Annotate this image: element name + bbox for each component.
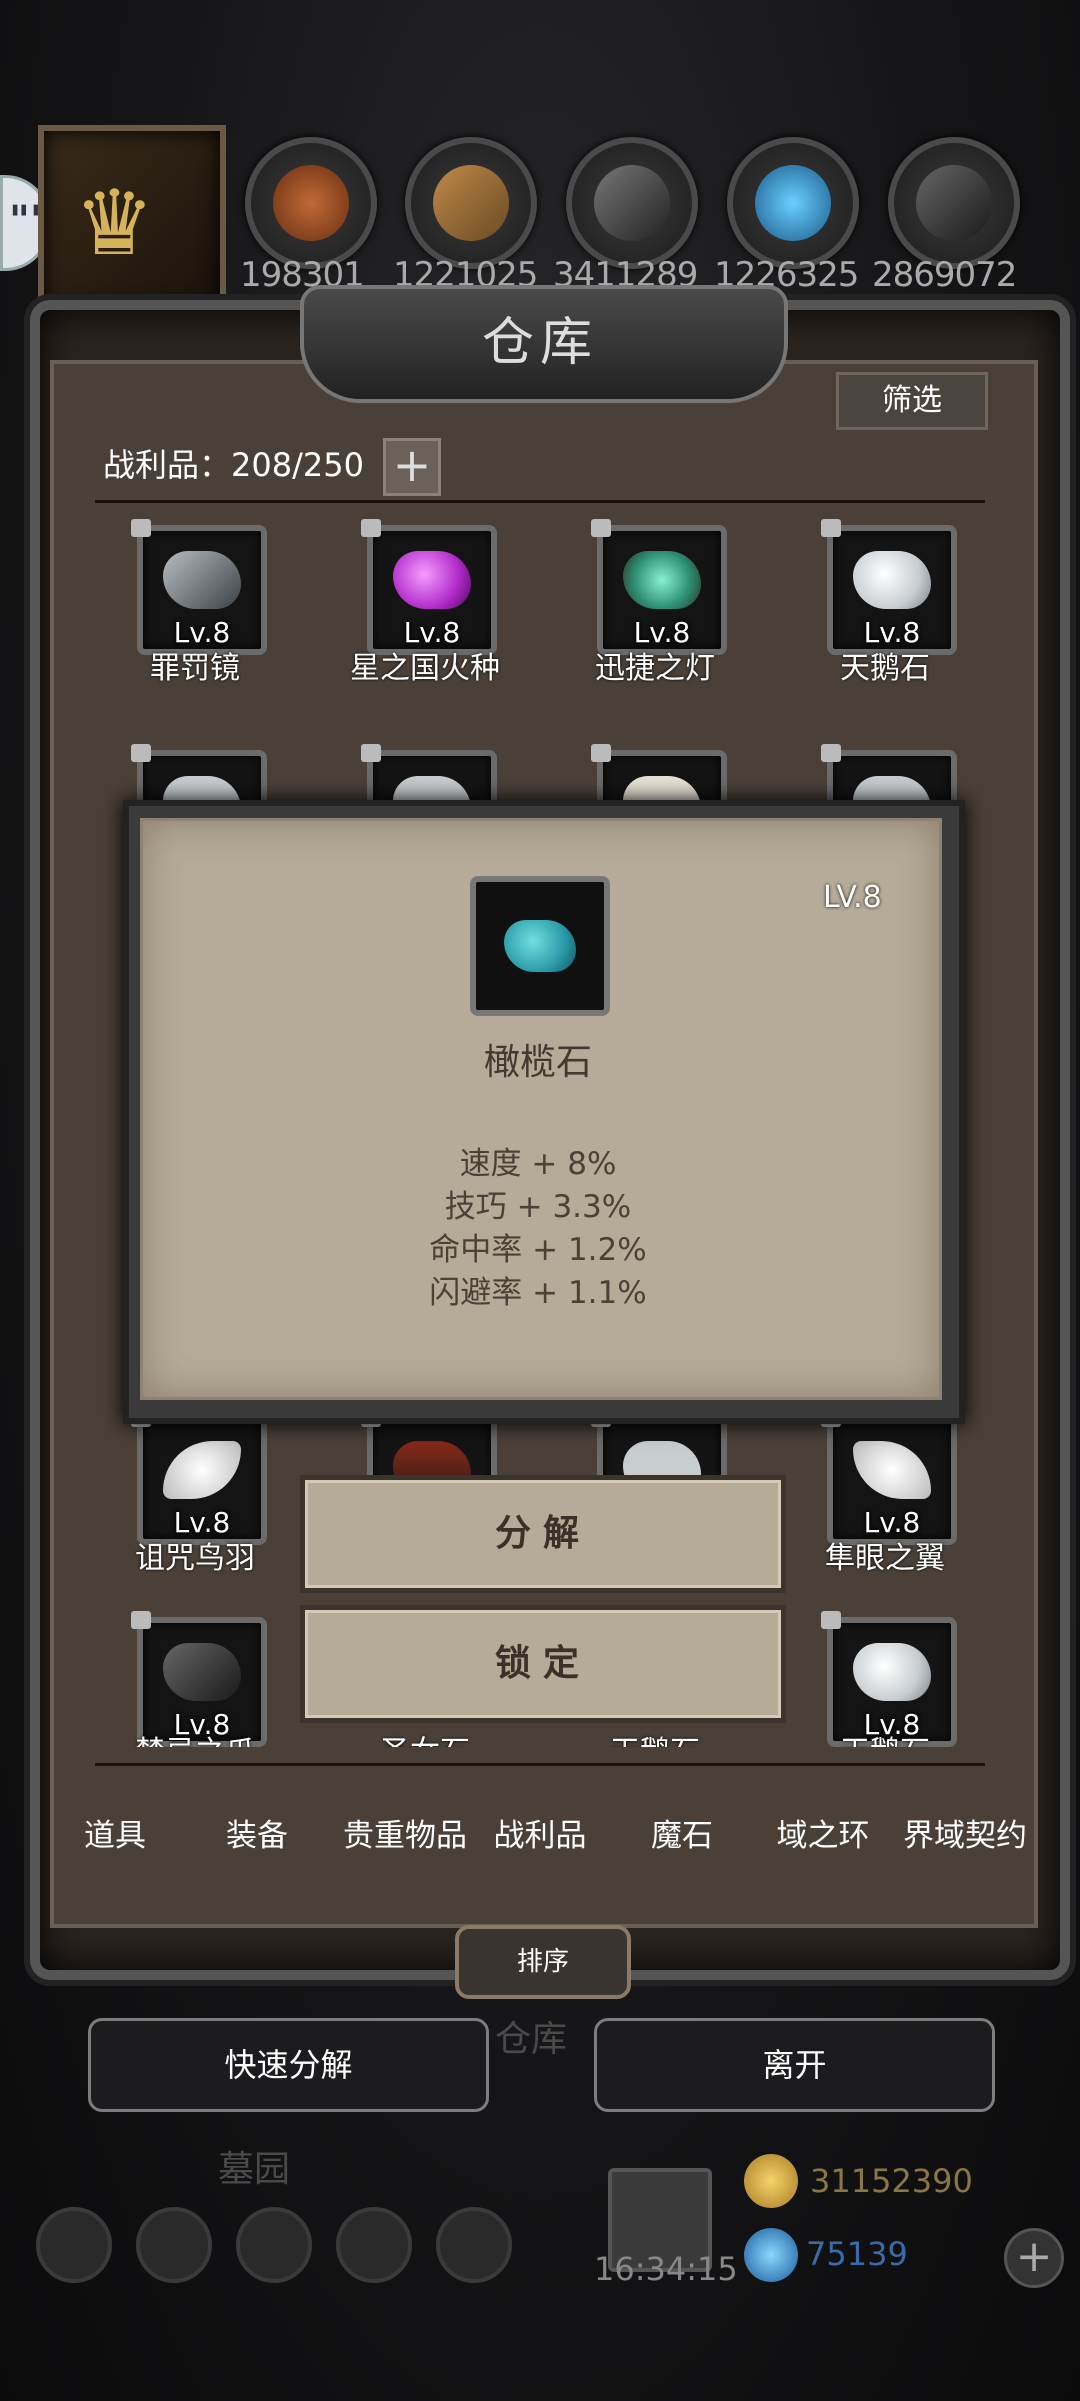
item-cell[interactable]: Lv.8 罪罚镜: [95, 519, 295, 695]
category-tabs: 道具 装备 贵重物品 战利品 魔石 域之环 界域契约: [65, 1790, 1027, 1890]
sort-button[interactable]: 排序: [455, 1925, 631, 1999]
tab-magic-stones[interactable]: 魔石: [612, 1810, 752, 1855]
item-name: 迅捷之灯: [595, 651, 715, 686]
tab-valuables[interactable]: 贵重物品: [330, 1810, 480, 1855]
item-slot[interactable]: Lv.8: [137, 1415, 267, 1545]
item-slot[interactable]: Lv.8: [137, 525, 267, 655]
plank-resource-icon[interactable]: [405, 137, 537, 269]
item-name: 天鹅石: [555, 1727, 755, 1747]
divider: [95, 500, 985, 503]
steel-count: 2869072: [872, 255, 1017, 295]
item-detail-name: 橄榄石: [483, 1042, 592, 1083]
crystal-resource-icon[interactable]: [727, 137, 859, 269]
item-name: 罪罚镜: [150, 651, 240, 686]
item-detail-level: LV.8: [823, 880, 882, 915]
lock-icon: [821, 519, 841, 537]
iron-resource-icon[interactable]: [566, 137, 698, 269]
add-capacity-button[interactable]: +: [383, 438, 441, 496]
tab-props[interactable]: 道具: [45, 1810, 185, 1855]
stat-skill: 技巧 + 3.3%: [444, 1189, 632, 1225]
item-cell[interactable]: Lv.8 诅咒鸟羽: [95, 1409, 295, 1585]
item-cell[interactable]: Lv.8 隼眼之翼: [785, 1409, 985, 1585]
leave-button[interactable]: 离开: [594, 2018, 995, 2112]
stat-speed: 速度 + 8%: [459, 1146, 617, 1182]
filter-button[interactable]: 筛选: [836, 372, 988, 430]
gold-coin-icon: [744, 2154, 798, 2208]
steel-resource-icon[interactable]: [888, 137, 1020, 269]
divider: [95, 1763, 985, 1766]
olivine-gem-icon: [504, 920, 576, 972]
item-name: 禁忌之爪: [95, 1727, 295, 1747]
stat-hit-rate: 命中率 + 1.2%: [429, 1232, 647, 1268]
quick-decompose-button[interactable]: 快速分解: [88, 2018, 489, 2112]
wood-resource-icon[interactable]: [245, 137, 377, 269]
item-slot[interactable]: Lv.8: [367, 525, 497, 655]
tab-loot[interactable]: 战利品: [470, 1810, 610, 1855]
tab-domain-contracts[interactable]: 界域契约: [890, 1810, 1040, 1855]
shield-menu-icon[interactable]: [436, 2207, 512, 2283]
lock-icon: [361, 744, 381, 762]
tab-domain-rings[interactable]: 域之环: [753, 1810, 893, 1855]
crown-icon: ♛: [74, 171, 155, 276]
stat-dodge-rate: 闪避率 + 1.1%: [429, 1275, 647, 1311]
star-menu-icon[interactable]: [136, 2207, 212, 2283]
item-cell[interactable]: Lv.8 天鹅石: [785, 519, 985, 695]
timer-text: 16:34:15: [594, 2250, 738, 2288]
item-cell[interactable]: Lv.8 迅捷之灯: [555, 519, 755, 695]
item-name: 圣女石: [325, 1727, 525, 1747]
item-name: 天鹅石: [840, 651, 930, 686]
item-cell[interactable]: Lv.8 禁忌之爪: [95, 1611, 295, 1787]
decompose-button[interactable]: 分解: [300, 1475, 786, 1593]
item-cell[interactable]: Lv.8 天鹅石: [785, 1611, 985, 1787]
lock-icon: [131, 519, 151, 537]
tab-equipment[interactable]: 装备: [187, 1810, 327, 1855]
player-avatar[interactable]: ♛: [38, 125, 226, 313]
lock-icon: [131, 1611, 151, 1629]
add-currency-button[interactable]: +: [1004, 2228, 1064, 2288]
item-name: 诅咒鸟羽: [135, 1541, 255, 1576]
page-title: 仓库: [481, 313, 598, 373]
lock-icon: [591, 744, 611, 762]
item-slot[interactable]: Lv.8: [827, 525, 957, 655]
item-slot[interactable]: Lv.8: [597, 525, 727, 655]
gem-icon: [744, 2228, 798, 2282]
cemetery-label: 墓园: [218, 2149, 291, 2190]
loot-capacity-label: 战利品：208/250: [103, 446, 364, 484]
lock-icon: [821, 744, 841, 762]
castle-menu-icon[interactable]: [236, 2207, 312, 2283]
lock-button[interactable]: 锁定: [300, 1605, 786, 1723]
mail-icon[interactable]: [336, 2207, 412, 2283]
item-name: 天鹅石: [785, 1727, 985, 1747]
lock-icon: [591, 519, 611, 537]
settings-gear-icon[interactable]: [36, 2207, 112, 2283]
gold-amount: 31152390: [810, 2162, 973, 2200]
item-detail-slot: [470, 876, 610, 1016]
gem-amount: 75139: [806, 2235, 908, 2273]
item-cell[interactable]: Lv.8 星之国火种: [325, 519, 525, 695]
item-name: 星之国火种: [350, 651, 500, 686]
background-warehouse-label: 仓库: [495, 2019, 568, 2060]
lock-icon: [131, 744, 151, 762]
item-slot[interactable]: Lv.8: [827, 1415, 957, 1545]
item-name: 隼眼之翼: [825, 1541, 945, 1576]
lock-icon: [821, 1611, 841, 1629]
lock-icon: [361, 519, 381, 537]
